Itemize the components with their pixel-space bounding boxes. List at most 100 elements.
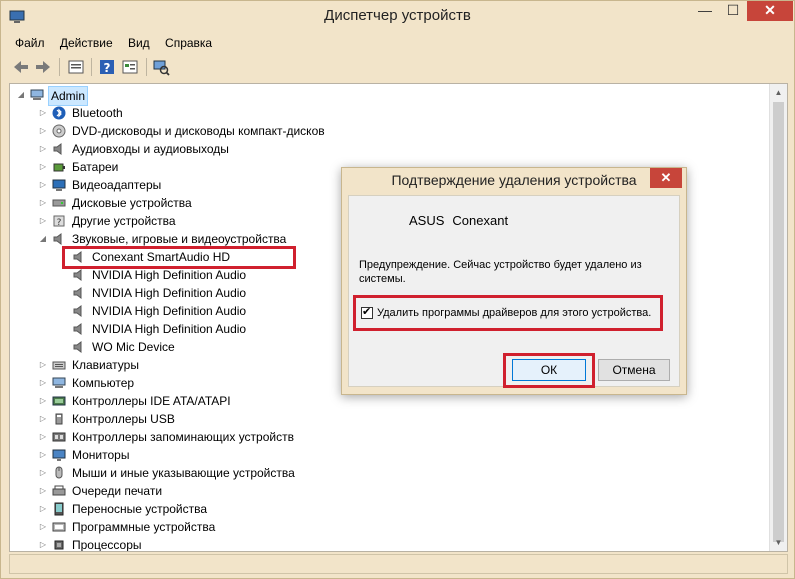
monitor-icon xyxy=(52,449,66,461)
minimize-button[interactable]: — xyxy=(691,1,719,21)
back-arrow-icon[interactable] xyxy=(12,58,30,76)
tree-item-label: Переносные устройства xyxy=(72,502,208,516)
tree-item-label: Аудиовходы и аудиовыходы xyxy=(72,142,229,156)
mouse-icon xyxy=(55,466,63,479)
menu-file[interactable]: Файл xyxy=(9,34,51,52)
device-name: ASUS Conexant xyxy=(409,213,516,228)
toolbar-separator xyxy=(59,58,60,76)
toolbar-separator xyxy=(91,58,92,76)
menu-view[interactable]: Вид xyxy=(122,34,156,52)
expand-arrow-icon[interactable]: ▷ xyxy=(38,500,48,518)
controller-icon xyxy=(52,396,66,406)
tree-item-label: Контроллеры IDE ATA/ATAPI xyxy=(72,394,231,408)
dialog-title: Подтверждение удаления устройства xyxy=(391,172,637,188)
speaker-icon xyxy=(73,341,82,353)
printer-icon xyxy=(52,485,66,496)
expand-arrow-icon[interactable]: ▷ xyxy=(38,428,48,446)
tree-item-label: Мыши и иные указывающие устройства xyxy=(72,466,295,480)
computer-icon xyxy=(52,377,66,388)
device-model: Conexant xyxy=(452,213,509,228)
tree-item-label: Мониторы xyxy=(72,448,130,462)
collapse-arrow-icon[interactable]: ◢ xyxy=(38,230,48,248)
toolbar-separator xyxy=(146,58,147,76)
tree-item-label: Другие устройства xyxy=(72,214,176,228)
status-bar xyxy=(9,554,788,574)
display-adapter-icon xyxy=(52,179,66,191)
collapse-arrow-icon[interactable]: ◢ xyxy=(16,86,26,104)
menu-action[interactable]: Действие xyxy=(54,34,119,52)
vertical-scrollbar[interactable]: ▲ ▼ xyxy=(769,84,787,551)
menu-help[interactable]: Справка xyxy=(159,34,218,52)
processor-icon xyxy=(54,540,64,550)
expand-arrow-icon[interactable]: ▷ xyxy=(38,392,48,410)
storage-controller-icon xyxy=(52,432,66,442)
tree-item-label: Контроллеры запоминающих устройств xyxy=(72,430,294,444)
battery-icon xyxy=(53,163,65,172)
expand-arrow-icon[interactable]: ▷ xyxy=(38,446,48,464)
expand-arrow-icon[interactable]: ▷ xyxy=(38,104,48,122)
warning-text: Предупреждение. Сейчас устройство будет … xyxy=(359,259,642,285)
speaker-icon xyxy=(73,287,82,299)
tree-item-label: Клавиатуры xyxy=(72,358,139,372)
tree-child-label: NVIDIA High Definition Audio xyxy=(92,286,247,300)
maximize-button[interactable]: ☐ xyxy=(719,1,747,21)
expand-arrow-icon[interactable]: ▷ xyxy=(38,176,48,194)
dialog-body: ASUS Conexant Предупреждение. Сейчас устр… xyxy=(348,195,680,388)
tree-child-label: NVIDIA High Definition Audio xyxy=(92,304,247,318)
unknown-device-icon: ? xyxy=(53,215,65,228)
dialog-close-button[interactable]: ✕ xyxy=(650,168,682,188)
tree-item-label: Компьютер xyxy=(72,376,135,390)
tree-item-label: Программные устройства xyxy=(72,520,216,534)
tree-child-label: WO Mic Device xyxy=(92,340,175,354)
device-vendor: ASUS xyxy=(409,213,445,228)
speaker-icon xyxy=(73,269,82,281)
tree-item-label: Процессоры xyxy=(72,538,142,552)
scroll-up-icon[interactable]: ▲ xyxy=(770,84,787,101)
expand-arrow-icon[interactable]: ▷ xyxy=(38,212,48,230)
expand-arrow-icon[interactable]: ▷ xyxy=(38,536,48,551)
highlight-checkbox xyxy=(353,295,663,331)
properties-icon[interactable] xyxy=(67,58,85,76)
expand-arrow-icon[interactable]: ▷ xyxy=(38,356,48,374)
help-icon[interactable]: ? xyxy=(98,58,116,76)
cancel-button[interactable]: Отмена xyxy=(598,359,670,381)
expand-arrow-icon[interactable]: ▷ xyxy=(38,410,48,428)
title-bar[interactable]: Диспетчер устройств — ☐ ✕ xyxy=(1,1,794,33)
speaker-icon xyxy=(53,233,62,245)
details-view-icon[interactable] xyxy=(121,58,139,76)
expand-arrow-icon[interactable]: ▷ xyxy=(38,140,48,158)
usb-icon xyxy=(55,413,63,425)
tree-item-label: Очереди печати xyxy=(72,484,163,498)
expand-arrow-icon[interactable]: ▷ xyxy=(38,518,48,536)
tree-item-label: Дисковые устройства xyxy=(72,196,192,210)
tree-item-label: Видеоадаптеры xyxy=(72,178,162,192)
disc-drive-icon xyxy=(52,124,66,138)
tree-item-label: Батареи xyxy=(72,160,119,174)
speaker-icon xyxy=(53,143,62,155)
menu-bar: Файл Действие Вид Справка xyxy=(9,34,218,54)
forward-arrow-icon[interactable] xyxy=(34,58,52,76)
speaker-icon xyxy=(73,305,82,317)
keyboard-icon xyxy=(52,361,66,370)
expand-arrow-icon[interactable]: ▷ xyxy=(38,194,48,212)
scan-hardware-icon[interactable] xyxy=(152,58,170,76)
svg-text:?: ? xyxy=(57,218,62,228)
tree-item-label: DVD-дисководы и дисководы компакт-дисков xyxy=(72,124,325,138)
tree-item-label: Bluetooth xyxy=(72,106,123,120)
expand-arrow-icon[interactable]: ▷ xyxy=(38,374,48,392)
disk-drive-icon xyxy=(52,199,66,207)
scroll-down-icon[interactable]: ▼ xyxy=(770,534,787,551)
scroll-thumb[interactable] xyxy=(773,102,784,542)
window-title: Диспетчер устройств xyxy=(324,7,471,24)
close-button[interactable]: ✕ xyxy=(747,1,793,21)
expand-arrow-icon[interactable]: ▷ xyxy=(38,122,48,140)
expand-arrow-icon[interactable]: ▷ xyxy=(38,482,48,500)
toolbar: ? xyxy=(9,55,787,79)
expand-arrow-icon[interactable]: ▷ xyxy=(38,464,48,482)
computer-icon xyxy=(30,89,44,100)
bluetooth-icon xyxy=(52,106,66,120)
expand-arrow-icon[interactable]: ▷ xyxy=(38,158,48,176)
svg-text:?: ? xyxy=(104,61,111,75)
highlight-conexant xyxy=(62,246,296,269)
tree-root-label: Admin xyxy=(48,86,89,106)
